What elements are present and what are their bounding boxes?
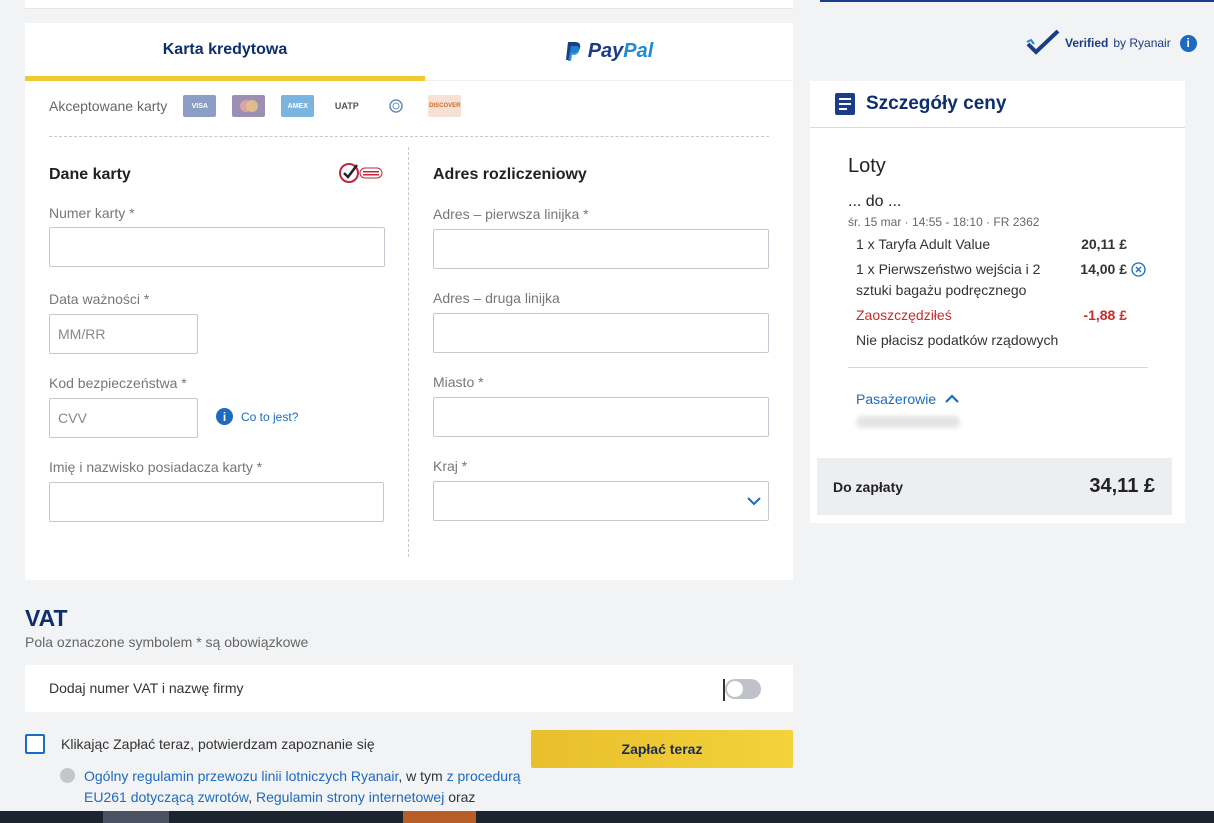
flight-info: śr. 15 mar · 14:55 - 18:10 · FR 2362 [848,215,1040,229]
card-holder-input[interactable] [49,482,384,522]
passengers-toggle[interactable]: Pasażerowie [856,391,960,407]
card-number-input[interactable] [49,227,385,267]
address-line1-label: Adres – pierwsza linijka * [433,206,589,222]
chevron-down-icon [747,497,761,506]
paypal-logo: PayPal [565,40,654,63]
cvv-input[interactable]: CVV [49,398,198,438]
info-icon[interactable]: i [1179,34,1197,52]
verified-by: by Ryanair [1113,36,1171,50]
top-accent-line [820,0,1214,2]
tab-credit-card[interactable]: Karta kredytowa [25,23,425,81]
taskbar-item[interactable] [103,811,169,823]
address-line1-input[interactable] [433,229,769,269]
mastercard-icon [232,95,266,117]
card-details-title: Dane karty [49,166,131,183]
price-details-title: Szczegóły ceny [866,93,1007,114]
chevron-up-icon [945,394,959,403]
toggle-knob [727,681,743,697]
discover-icon: DISCOVER [428,95,462,117]
terms-sep-1: , w tym [398,768,447,784]
info-icon[interactable]: i [216,408,233,425]
checkmark-logo-icon [1026,30,1060,55]
expiry-input[interactable]: MM/RR [49,314,198,354]
vat-toggle[interactable] [725,679,761,699]
uatp-icon: UATP [330,95,364,117]
terms-checkbox[interactable] [25,734,45,754]
required-fields-note: Pola oznaczone symbolem * są obowiązkowe [25,634,309,650]
savings-label: Zaoszczędziłeś [856,307,952,323]
priority-label-line2: sztuki bagażu podręcznego [856,282,1027,298]
vat-title: VAT [25,605,68,631]
total-label: Do zapłaty [833,478,904,495]
city-input[interactable] [433,397,769,437]
vat-toggle-label: Dodaj numer VAT i nazwę firmy [49,680,244,696]
passengers-label: Pasażerowie [856,391,937,407]
amex-icon: AMEX [281,95,315,117]
payment-method-tabs: Karta kredytowa PayPal [25,23,793,81]
terms-sep-3: oraz [444,789,476,805]
taskbar [0,811,1214,823]
accepted-cards-label: Akceptowane karty [49,98,168,114]
diners-club-icon [379,95,413,117]
billing-address-title: Adres rozliczeniowy [433,166,587,183]
security-code-label: Kod bezpieczeństwa * [49,375,187,391]
savings-amount: -1,88 £ [1083,307,1127,323]
card-holder-label: Imię i nazwisko posiadacza karty * [49,459,263,475]
divider [848,367,1148,368]
total-value: 34,11 £ [1089,475,1155,497]
terms-text: Ogólny regulamin przewozu linii lotniczy… [84,766,524,808]
route: ... do ... [848,193,902,210]
column-divider [408,147,409,557]
terms-sep-2: , [248,789,256,805]
paypal-icon [565,41,580,61]
fare-amount: 20,11 £ [1081,236,1127,252]
card-number-label: Numer karty * [49,205,135,221]
verified-by-ryanair: Verified by Ryanair i [1026,30,1197,56]
total-box: Do zapłaty 34,11 £ [817,458,1172,515]
remove-icon[interactable] [1131,262,1146,277]
price-details-panel: Szczegóły ceny Loty ... do ... śr. 15 ma… [810,81,1185,523]
website-terms-link[interactable]: Regulamin strony internetowej [256,789,444,805]
address-line2-label: Adres – druga linijka [433,290,560,306]
secure-checkmark-icon [339,163,383,183]
priority-amount: 14,00 £ [1080,261,1127,277]
paypal-word-pay: Pay [587,40,624,62]
pay-now-button[interactable]: Zapłać teraz [531,730,793,768]
previous-section-strip [25,0,793,9]
payment-card-panel: Karta kredytowa PayPal Akceptowane karty… [25,23,793,580]
taskbar-item-active[interactable] [403,811,476,823]
price-details-header: Szczegóły ceny [810,81,1185,128]
visa-icon: VISA [183,95,217,117]
tab-credit-card-label: Karta kredytowa [162,40,288,58]
general-terms-link[interactable]: Ogólny regulamin przewozu linii lotniczy… [84,768,398,784]
check-circle-icon [60,768,75,783]
no-taxes-note: Nie płacisz podatków rządowych [856,332,1059,348]
receipt-icon [835,93,855,115]
tab-paypal[interactable]: PayPal [425,23,793,81]
paypal-word-pal: Pal [623,40,654,62]
address-line2-input[interactable] [433,313,769,353]
accepted-cards: Akceptowane karty VISA AMEX UATP DISCOVE… [49,95,462,117]
what-is-cvv-link[interactable]: Co to jest? [241,410,298,424]
passenger-name-blurred [856,416,960,428]
city-label: Miasto * [433,374,484,390]
country-select[interactable] [433,481,769,521]
expiry-label: Data ważności * [49,291,150,307]
terms-checkbox-label: Klikając Zapłać teraz, potwierdzam zapoz… [61,736,375,752]
fare-label: 1 x Taryfa Adult Value [856,236,991,252]
vat-row: Dodaj numer VAT i nazwę firmy [25,665,793,712]
verified-bold: Verified [1065,36,1109,50]
priority-label-line1: 1 x Pierwszeństwo wejścia i 2 [856,261,1041,277]
flights-heading: Loty [848,155,886,177]
divider [49,136,769,137]
country-label: Kraj * [433,458,468,474]
